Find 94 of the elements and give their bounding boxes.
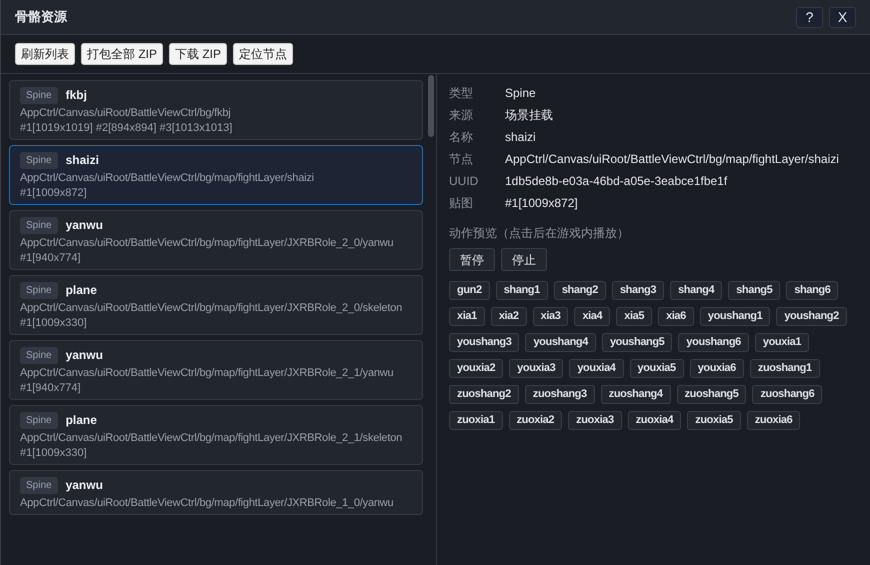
resource-path: AppCtrl/Canvas/uiRoot/BattleViewCtrl/bg/map/fightLayer/shaizi (20, 171, 315, 186)
type-tag: Spine (20, 152, 58, 169)
animation-chip[interactable]: youxia2 (449, 359, 504, 378)
animation-chip[interactable]: zuoxia4 (628, 411, 682, 430)
detail-value: shaizi (505, 129, 537, 146)
animation-chip[interactable]: youxia6 (690, 359, 744, 378)
resource-card[interactable]: Spine yanwu AppCtrl/Canvas/uiRoot/BattleViewCtrl/bg/map/fightLayer/JXRBRole_2_1/yanwu #1[940x774] (9, 340, 423, 400)
animation-chip[interactable]: youshang6 (678, 333, 749, 352)
resource-name: plane (66, 413, 97, 428)
resource-name: plane (66, 283, 97, 298)
resource-name: yanwu (66, 478, 103, 493)
resource-card[interactable]: Spine plane AppCtrl/Canvas/uiRoot/BattleViewCtrl/bg/map/fightLayer/JXRBRole_2_0/skeleton #1[1009x330] (9, 275, 423, 335)
animation-chip[interactable]: zuoxia1 (449, 411, 503, 430)
animation-chip[interactable]: shang1 (496, 281, 548, 300)
animation-chip[interactable]: zuoshang5 (676, 385, 746, 404)
animation-chip[interactable]: shang6 (786, 281, 838, 300)
animation-chip[interactable]: zuoxia5 (687, 411, 741, 430)
texture-sizes: #1[1009x330] (20, 316, 88, 331)
resource-card[interactable]: Spine yanwu AppCtrl/Canvas/uiRoot/BattleViewCtrl/bg/map/fightLayer/JXRBRole_2_0/yanwu #1[940x774] (9, 210, 423, 270)
resource-path: AppCtrl/Canvas/uiRoot/BattleViewCtrl/bg/map/fightLayer/JXRBRole_2_1/skeleton (20, 431, 404, 446)
resource-card[interactable]: Spine plane AppCtrl/Canvas/uiRoot/BattleViewCtrl/bg/map/fightLayer/JXRBRole_2_1/skeleton #1[1009x330] (9, 405, 423, 465)
detail-label: 节点 (449, 151, 474, 168)
detail-label: 类型 (449, 85, 474, 102)
animation-chip[interactable]: zuoxia2 (508, 411, 562, 430)
resource-name: yanwu (66, 218, 103, 233)
animation-chip[interactable]: youshang1 (700, 307, 770, 326)
animation-chip[interactable]: zuoxia3 (568, 411, 622, 430)
texture-sizes: #1[940x774] (20, 381, 82, 396)
close-button[interactable]: X (829, 6, 856, 28)
animation-chip[interactable]: zuoshang2 (449, 385, 519, 404)
animation-chip[interactable]: youshang3 (449, 333, 520, 352)
resource-path: AppCtrl/Canvas/uiRoot/BattleViewCtrl/bg/map/fightLayer/JXRBRole_2_0/yanwu (20, 236, 394, 251)
animation-chip[interactable]: shang5 (728, 281, 780, 300)
type-tag: Spine (20, 282, 58, 299)
resource-name: fkbj (66, 88, 87, 103)
animation-chip[interactable]: youxia3 (509, 359, 564, 378)
detail-value: 1db5de8b-e03a-46bd-a05e-3eabce1fbe1f (505, 173, 728, 190)
toolbar-button[interactable]: 下载 ZIP (169, 43, 228, 65)
section-title: 动作预览（点击后在游戏内播放） (449, 225, 630, 242)
animation-chip[interactable]: youshang4 (525, 333, 596, 352)
detail-value: #1[1009x872] (505, 195, 579, 212)
resource-path: AppCtrl/Canvas/uiRoot/BattleViewCtrl/bg/map/fightLayer/JXRBRole_2_1/yanwu (20, 366, 394, 381)
window-title: 骨骼资源 (15, 8, 67, 26)
animation-chip[interactable]: shang3 (612, 281, 664, 300)
playback-button[interactable]: 暂停 (449, 248, 495, 271)
detail-label: UUID (449, 173, 480, 190)
scrollbar-thumb[interactable] (428, 75, 434, 137)
playback-button[interactable]: 停止 (501, 248, 547, 271)
animation-chip[interactable]: xia2 (490, 307, 527, 326)
texture-sizes: #1[1019x1019] #2[894x894] #3[1013x1013] (20, 121, 234, 136)
animation-chip[interactable]: xia6 (658, 307, 694, 326)
resource-name: yanwu (66, 348, 103, 363)
animation-chip[interactable]: zuoshang1 (750, 359, 820, 378)
type-tag: Spine (20, 87, 58, 104)
detail-value: Spine (505, 85, 537, 102)
texture-sizes: #1[940x774] (20, 251, 82, 266)
detail-label: 来源 (449, 107, 474, 124)
animation-chip[interactable]: gun2 (449, 281, 490, 300)
animation-chip[interactable]: youshang5 (602, 333, 672, 352)
detail-value: AppCtrl/Canvas/uiRoot/BattleViewCtrl/bg/map/fightLayer/shaizi (505, 151, 840, 168)
texture-sizes: #1[1009x330] (20, 446, 88, 461)
animation-chip[interactable]: shang2 (554, 281, 606, 300)
animation-chip[interactable]: zuoxia6 (746, 411, 800, 430)
type-tag: Spine (20, 412, 58, 429)
help-button[interactable]: ? (796, 6, 823, 28)
animation-chip[interactable]: xia1 (449, 307, 485, 326)
animation-chip[interactable]: youxia4 (569, 359, 624, 378)
resource-card[interactable]: Spine yanwu AppCtrl/Canvas/uiRoot/BattleViewCtrl/bg/map/fightLayer/JXRBRole_1_0/yanwu (9, 470, 423, 515)
resource-card[interactable]: Spine shaizi AppCtrl/Canvas/uiRoot/BattleViewCtrl/bg/map/fightLayer/shaizi #1[1009x872] (9, 145, 423, 205)
animation-chip[interactable]: youxia1 (754, 333, 810, 352)
detail-label: 贴图 (449, 195, 474, 212)
animation-chip[interactable]: xia4 (574, 307, 610, 326)
type-tag: Spine (20, 217, 58, 234)
type-tag: Spine (20, 477, 58, 494)
resource-name: shaizi (66, 153, 99, 168)
animation-chip[interactable]: zuoshang6 (752, 385, 822, 404)
texture-sizes: #1[1009x872] (20, 186, 88, 201)
animation-chip[interactable]: xia5 (616, 307, 652, 326)
animation-chip[interactable]: shang4 (670, 281, 722, 300)
animation-chip[interactable]: zuoshang3 (524, 385, 595, 404)
toolbar-button[interactable]: 打包全部 ZIP (81, 43, 164, 65)
animation-chip[interactable]: xia3 (532, 307, 568, 326)
animation-chip[interactable]: youxia5 (630, 359, 684, 378)
toolbar-button[interactable]: 定位节点 (233, 43, 294, 65)
resource-path: AppCtrl/Canvas/uiRoot/BattleViewCtrl/bg/fkbj (20, 106, 232, 121)
animation-chip[interactable]: youshang2 (776, 307, 847, 326)
detail-label: 名称 (449, 129, 474, 146)
detail-value: 场景挂载 (505, 107, 554, 124)
resource-path: AppCtrl/Canvas/uiRoot/BattleViewCtrl/bg/map/fightLayer/JXRBRole_1_0/yanwu (20, 496, 394, 511)
toolbar-button[interactable]: 刷新列表 (15, 43, 75, 65)
type-tag: Spine (20, 347, 58, 364)
resource-path: AppCtrl/Canvas/uiRoot/BattleViewCtrl/bg/map/fightLayer/JXRBRole_2_0/skeleton (20, 301, 404, 316)
resource-card[interactable]: Spine fkbj AppCtrl/Canvas/uiRoot/BattleViewCtrl/bg/fkbj #1[1019x1019] #2[894x894] #3[1013x1013] (9, 80, 423, 140)
animation-chip[interactable]: zuoshang4 (600, 385, 671, 404)
